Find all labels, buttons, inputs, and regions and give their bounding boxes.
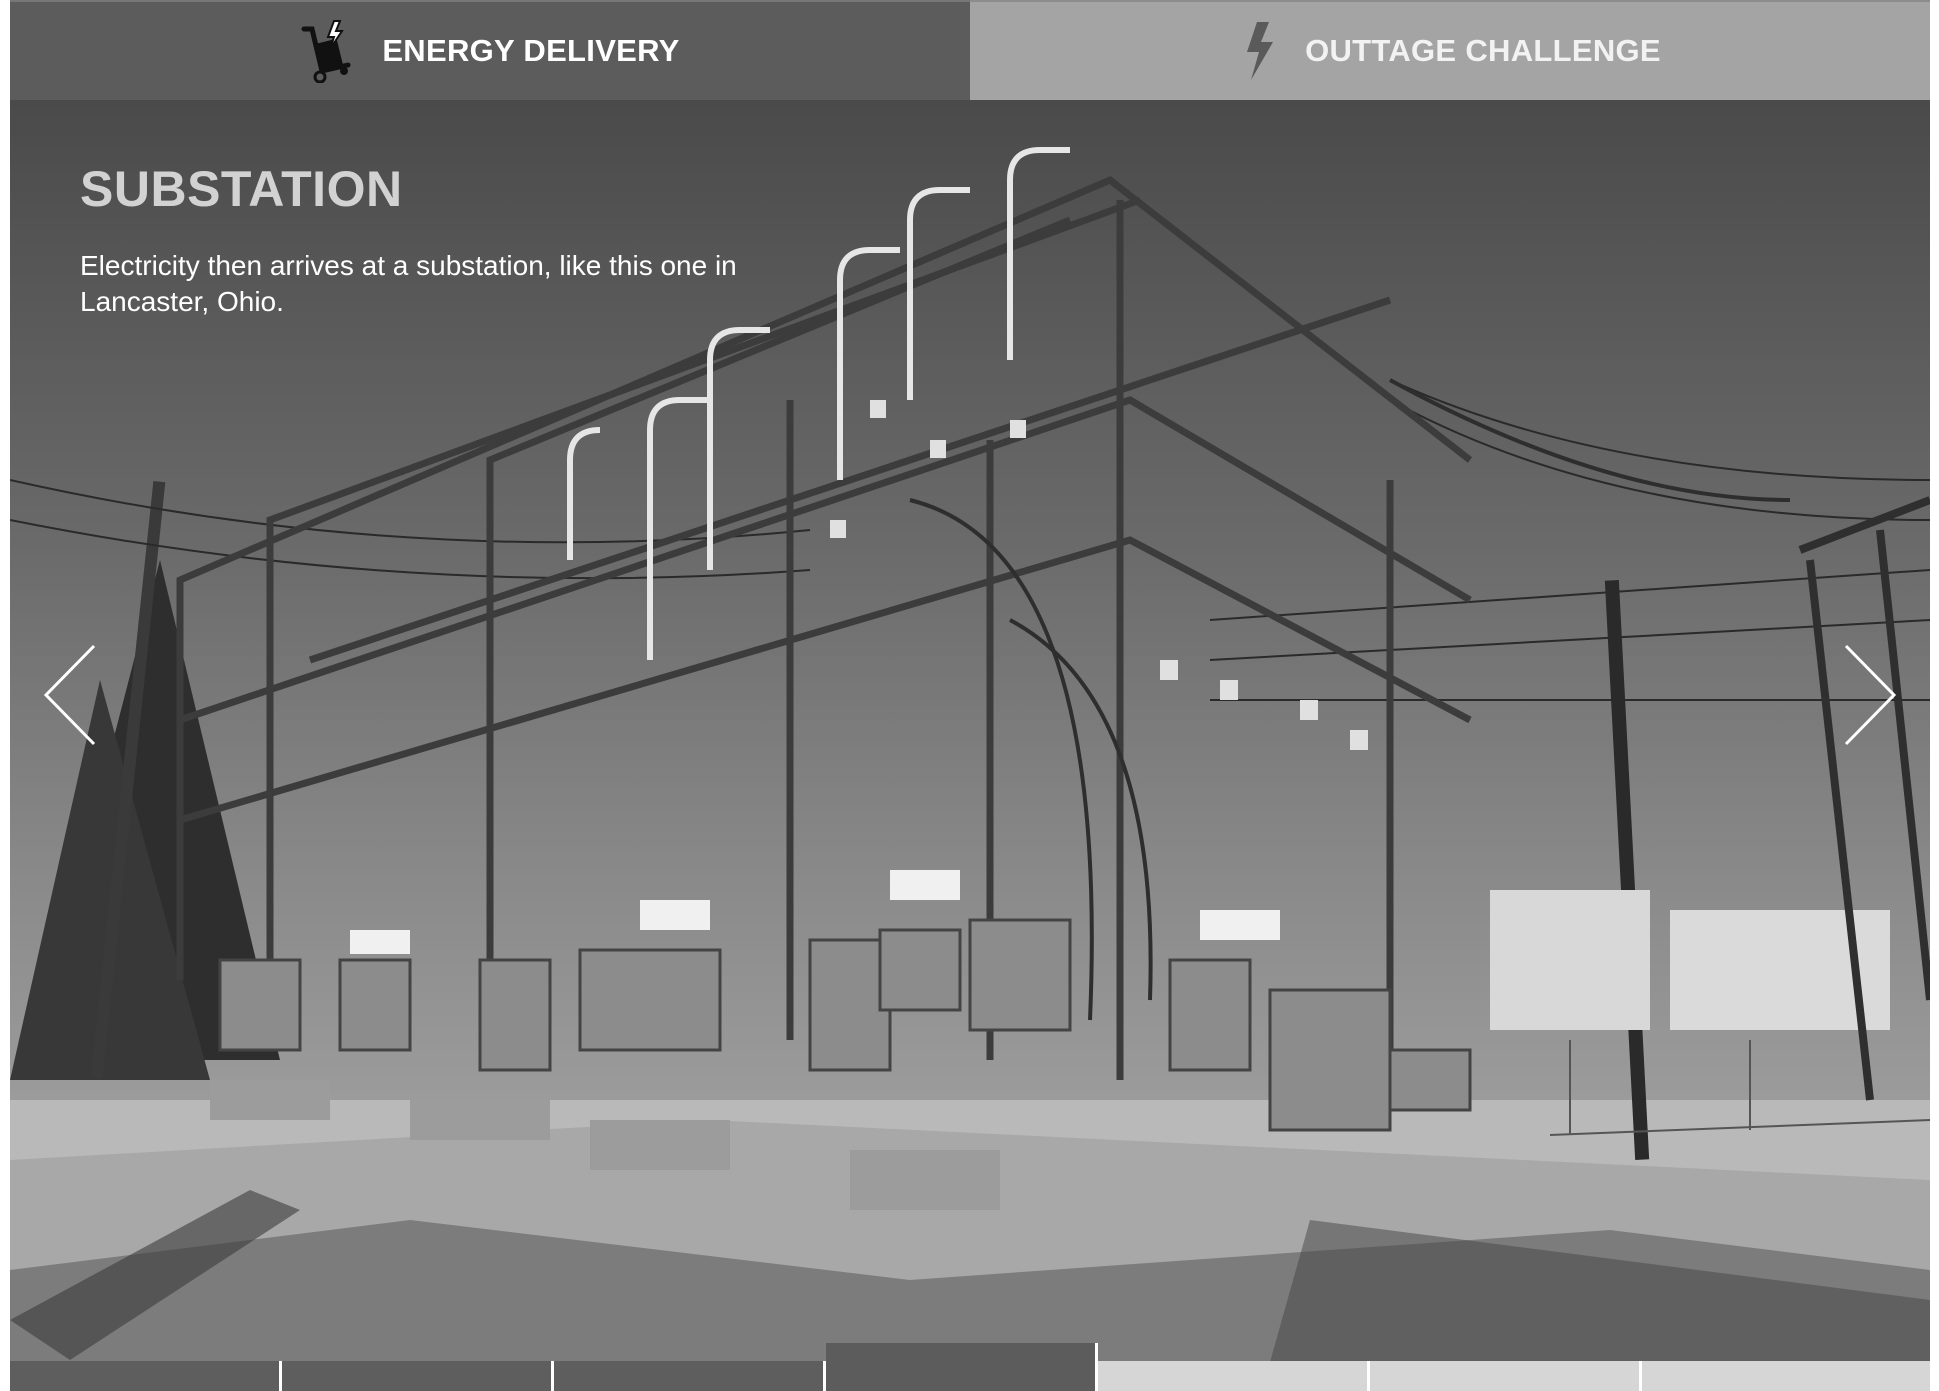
slide-title: SUBSTATION [80, 161, 403, 217]
slide-description: Electricity then arrives at a substation… [80, 250, 737, 317]
tab-outtage-challenge-label: OUTTAGE CHALLENGE [1305, 33, 1661, 68]
slide-caption: SUBSTATION Electricity then arrives at a… [80, 160, 840, 320]
progress-step-2[interactable] [282, 1361, 554, 1391]
progress-step-5[interactable] [1098, 1361, 1370, 1391]
progress-step-6[interactable] [1370, 1361, 1642, 1391]
progress-step-7[interactable] [1642, 1361, 1930, 1391]
progress-step-1[interactable] [10, 1361, 282, 1391]
previous-slide-button[interactable] [36, 640, 106, 750]
slide-progress-bar [10, 1343, 1930, 1391]
tab-energy-delivery-label: ENERGY DELIVERY [382, 33, 680, 68]
tab-bar: ENERGY DELIVERY OUTTAGE CHALLENGE [10, 0, 1930, 100]
lightning-bolt-icon [1239, 20, 1279, 82]
progress-step-4[interactable] [826, 1343, 1098, 1391]
chevron-left-icon [43, 644, 96, 746]
next-slide-button[interactable] [1834, 640, 1904, 750]
progress-step-3[interactable] [554, 1361, 826, 1391]
tab-outtage-challenge[interactable]: OUTTAGE CHALLENGE [970, 0, 1930, 100]
tab-energy-delivery[interactable]: ENERGY DELIVERY [10, 0, 970, 100]
slide-stage: SUBSTATION Electricity then arrives at a… [10, 100, 1930, 1362]
chevron-right-icon [1844, 644, 1897, 746]
hand-truck-bolt-icon [300, 19, 356, 83]
